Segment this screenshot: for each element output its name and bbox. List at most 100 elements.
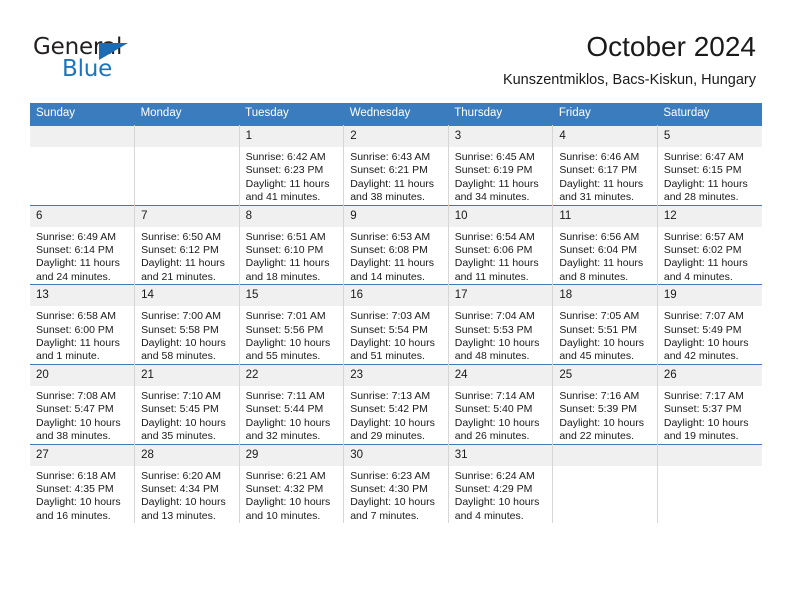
calendar-day-cell[interactable]: 9 Sunrise: 6:53 AM Sunset: 6:08 PM Daylight… [343, 204, 449, 285]
calendar-day-cell[interactable]: 12 Sunrise: 6:57 AM Sunset: 6:02 PM Dayligh… [656, 204, 762, 285]
page-header: General Blue October 2024 Kunszentmiklos… [0, 0, 792, 100]
calendar-day-cell[interactable]: 26 Sunrise: 7:17 AM Sunset: 5:37 PM Dayligh… [656, 363, 762, 444]
calendar-day-cell[interactable]: 4 Sunrise: 6:46 AM Sunset: 6:17 PM Daylight… [552, 125, 658, 206]
sunrise-text: Sunrise: 7:08 AM [36, 389, 116, 402]
daylight-text: Daylight: 11 hours and 21 minutes. [141, 257, 225, 283]
calendar-day-cell[interactable]: 5 Sunrise: 6:47 AM Sunset: 6:15 PM Daylight… [656, 125, 762, 206]
day-number: 22 [239, 364, 344, 386]
calendar-day-cell[interactable]: 16 Sunrise: 7:03 AM Sunset: 5:54 PM Dayligh… [343, 284, 449, 365]
weekday-header-friday: Friday [552, 103, 658, 126]
daylight-text: Daylight: 10 hours and 22 minutes. [559, 416, 644, 443]
calendar-day-cell[interactable]: 25 Sunrise: 7:16 AM Sunset: 5:39 PM Dayligh… [552, 363, 658, 444]
day-details: Sunrise: 6:18 AM Sunset: 4:35 PM Daylight:… [30, 466, 134, 524]
day-details: Sunrise: 7:13 AM Sunset: 5:42 PM Daylight:… [344, 386, 448, 444]
calendar-body: 1 Sunrise: 6:42 AM Sunset: 6:23 PM Daylight… [30, 125, 762, 524]
day-details: Sunrise: 6:57 AM Sunset: 6:02 PM Daylight:… [658, 227, 762, 285]
daylight-text: Daylight: 10 hours and 42 minutes. [663, 337, 749, 363]
calendar-week-row: 6 Sunrise: 6:49 AM Sunset: 6:14 PM Daylight… [30, 204, 762, 285]
sunset-text: Sunset: 6:12 PM [141, 244, 219, 257]
weekday-header-monday: Monday [134, 103, 240, 126]
day-details: Sunrise: 7:07 AM Sunset: 5:49 PM Daylight:… [658, 306, 762, 364]
sunrise-text: Sunrise: 7:03 AM [350, 310, 431, 323]
calendar-day-cell[interactable]: 14 Sunrise: 7:00 AM Sunset: 5:58 PM Dayligh… [134, 284, 240, 365]
sunset-text: Sunset: 5:37 PM [663, 403, 742, 416]
daylight-text: Daylight: 10 hours and 19 minutes. [663, 416, 749, 443]
sunset-text: Sunset: 5:54 PM [350, 323, 428, 336]
daylight-text: Daylight: 10 hours and 48 minutes. [454, 337, 540, 363]
day-number: 15 [239, 285, 344, 307]
calendar-day-cell[interactable]: 8 Sunrise: 6:51 AM Sunset: 6:10 PM Daylight… [238, 204, 345, 285]
sunrise-text: Sunrise: 6:47 AM [663, 151, 744, 163]
calendar-day-cell[interactable]: 20 Sunrise: 7:08 AM Sunset: 5:47 PM Dayligh… [30, 363, 136, 444]
calendar-day-cell[interactable]: 7 Sunrise: 6:50 AM Sunset: 6:12 PM Daylight… [134, 204, 240, 285]
sunrise-text: Sunrise: 6:21 AM [245, 469, 326, 482]
calendar-day-cell[interactable]: 19 Sunrise: 7:07 AM Sunset: 5:49 PM Dayligh… [656, 284, 762, 365]
calendar-week-row: 13 Sunrise: 6:58 AM Sunset: 6:00 PM Dayligh… [30, 284, 762, 365]
calendar-day-cell[interactable]: 17 Sunrise: 7:04 AM Sunset: 5:53 PM Dayligh… [447, 284, 554, 365]
day-number: 10 [448, 205, 553, 227]
calendar-day-cell[interactable]: 29 Sunrise: 6:21 AM Sunset: 4:32 PM Dayligh… [238, 443, 345, 524]
calendar-day-cell[interactable]: 13 Sunrise: 6:58 AM Sunset: 6:00 PM Dayligh… [30, 284, 136, 365]
sunrise-text: Sunrise: 6:57 AM [663, 230, 744, 243]
day-details: Sunrise: 6:47 AM Sunset: 6:15 PM Daylight:… [658, 147, 762, 205]
daylight-text: Daylight: 10 hours and 16 minutes. [36, 496, 121, 522]
calendar-day-cell[interactable]: 27 Sunrise: 6:18 AM Sunset: 4:35 PM Dayligh… [30, 443, 136, 524]
day-number: 17 [448, 285, 553, 307]
calendar-day-cell[interactable]: 21 Sunrise: 7:10 AM Sunset: 5:45 PM Dayligh… [134, 363, 240, 444]
sunset-text: Sunset: 5:45 PM [141, 403, 219, 416]
calendar-day-cell[interactable]: 28 Sunrise: 6:20 AM Sunset: 4:34 PM Dayligh… [134, 443, 240, 524]
calendar-day-cell[interactable]: 6 Sunrise: 6:49 AM Sunset: 6:14 PM Daylight… [30, 204, 136, 285]
sunrise-text: Sunrise: 6:50 AM [141, 230, 222, 243]
day-number: 5 [657, 126, 762, 147]
sunrise-text: Sunrise: 6:56 AM [559, 230, 640, 243]
day-number: 30 [344, 444, 448, 466]
day-number: 24 [448, 364, 553, 386]
day-details: Sunrise: 7:05 AM Sunset: 5:51 PM Daylight:… [553, 306, 657, 364]
daylight-text: Daylight: 10 hours and 13 minutes. [141, 496, 226, 522]
sunset-text: Sunset: 6:23 PM [245, 164, 324, 177]
day-number: 8 [239, 205, 344, 227]
day-number: 31 [448, 444, 553, 466]
sunrise-text: Sunrise: 7:07 AM [663, 310, 744, 323]
daylight-text: Daylight: 10 hours and 45 minutes. [559, 337, 644, 363]
sunrise-text: Sunrise: 6:46 AM [559, 151, 640, 163]
calendar-day-cell[interactable]: 2 Sunrise: 6:43 AM Sunset: 6:21 PM Daylight… [343, 125, 449, 206]
sunrise-text: Sunrise: 7:16 AM [559, 389, 640, 402]
calendar-day-cell[interactable]: 24 Sunrise: 7:14 AM Sunset: 5:40 PM Dayligh… [447, 363, 554, 444]
calendar-day-cell[interactable]: 1 Sunrise: 6:42 AM Sunset: 6:23 PM Daylight… [238, 125, 345, 206]
generalblue-logo[interactable]: General Blue [33, 34, 233, 90]
daylight-text: Daylight: 10 hours and 58 minutes. [141, 337, 226, 363]
page-title: October 2024 [586, 31, 756, 62]
sunrise-text: Sunrise: 7:13 AM [350, 389, 431, 402]
day-number [135, 126, 239, 147]
weekday-header-wednesday: Wednesday [343, 103, 449, 126]
day-details: Sunrise: 7:17 AM Sunset: 5:37 PM Daylight:… [658, 386, 762, 444]
daylight-text: Daylight: 11 hours and 41 minutes. [245, 177, 330, 204]
daylight-text: Daylight: 11 hours and 28 minutes. [663, 177, 748, 204]
calendar-day-cell[interactable]: 15 Sunrise: 7:01 AM Sunset: 5:56 PM Dayligh… [238, 284, 345, 365]
daylight-text: Daylight: 10 hours and 32 minutes. [245, 416, 331, 443]
weekday-header-saturday: Saturday [657, 103, 762, 126]
day-details: Sunrise: 7:10 AM Sunset: 5:45 PM Daylight:… [135, 386, 239, 444]
calendar-week-row: 20 Sunrise: 7:08 AM Sunset: 5:47 PM Dayligh… [30, 363, 762, 444]
calendar-day-cell[interactable]: 3 Sunrise: 6:45 AM Sunset: 6:19 PM Daylight… [447, 125, 554, 206]
sunset-text: Sunset: 6:17 PM [559, 164, 637, 177]
calendar-day-cell[interactable]: 18 Sunrise: 7:05 AM Sunset: 5:51 PM Dayligh… [552, 284, 658, 365]
calendar-day-cell[interactable]: 22 Sunrise: 7:11 AM Sunset: 5:44 PM Dayligh… [238, 363, 345, 444]
day-number [657, 444, 762, 466]
sunset-text: Sunset: 5:56 PM [245, 323, 324, 336]
calendar-day-cell[interactable]: 31 Sunrise: 6:24 AM Sunset: 4:29 PM Dayligh… [447, 443, 554, 524]
day-details: Sunrise: 6:58 AM Sunset: 6:00 PM Daylight:… [30, 306, 134, 364]
calendar-day-cell[interactable]: 23 Sunrise: 7:13 AM Sunset: 5:42 PM Dayligh… [343, 363, 449, 444]
weekday-header-thursday: Thursday [448, 103, 553, 126]
calendar-day-cell[interactable]: 10 Sunrise: 6:54 AM Sunset: 6:06 PM Dayligh… [447, 204, 554, 285]
calendar-day-cell[interactable]: 30 Sunrise: 6:23 AM Sunset: 4:30 PM Dayligh… [343, 443, 449, 524]
sunset-text: Sunset: 4:29 PM [454, 482, 533, 495]
calendar-day-cell[interactable]: 11 Sunrise: 6:56 AM Sunset: 6:04 PM Dayligh… [552, 204, 658, 285]
sunset-text: Sunset: 5:42 PM [350, 403, 428, 416]
day-details: Sunrise: 6:56 AM Sunset: 6:04 PM Daylight:… [553, 227, 657, 285]
sunset-text: Sunset: 4:30 PM [350, 482, 428, 495]
day-details: Sunrise: 6:46 AM Sunset: 6:17 PM Daylight:… [553, 147, 657, 205]
daylight-text: Daylight: 10 hours and 29 minutes. [350, 416, 435, 443]
calendar-empty-cell [552, 443, 658, 524]
